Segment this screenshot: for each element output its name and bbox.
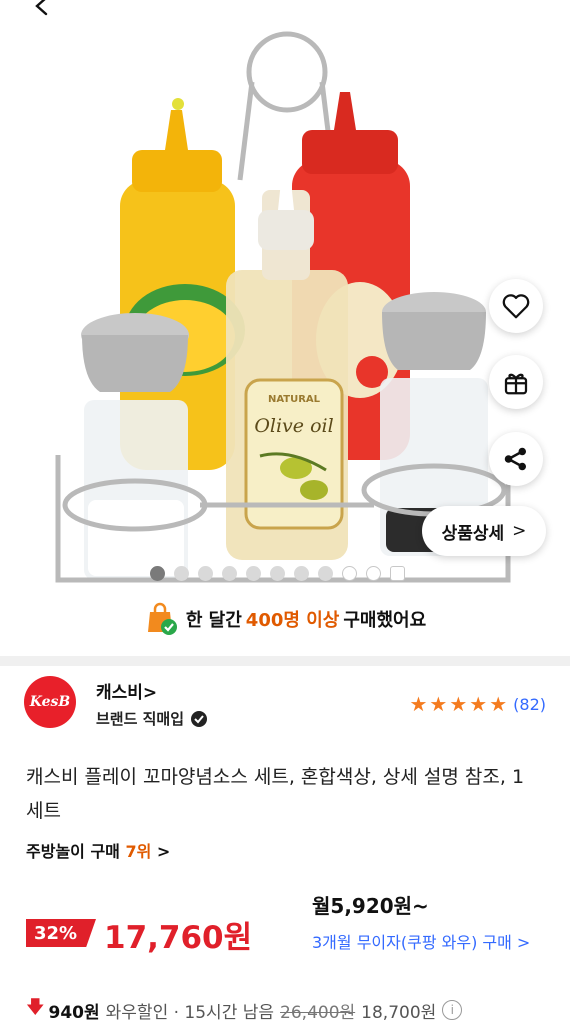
star-icon: ★ [429, 692, 448, 716]
star-icon: ★ [469, 692, 488, 716]
shopping-bag-check-icon [147, 602, 177, 635]
chevron-right-icon: > [156, 842, 171, 861]
review-count-link[interactable]: (82) [513, 695, 546, 714]
monthly-price: 월5,920원~ [312, 894, 429, 918]
page-dot[interactable] [174, 566, 189, 581]
original-price: 26,400원 [280, 1002, 356, 1023]
page-dot[interactable] [342, 566, 357, 581]
product-detail-button[interactable]: 상품상세 > [422, 506, 546, 556]
sale-price: 17,760원 [104, 920, 253, 956]
down-arrow-icon: 🡇 [26, 997, 45, 1018]
discount-badge: 32% [26, 919, 96, 947]
star-icon: ★ [449, 692, 468, 716]
rank-prefix: 주방놀이 구매 [26, 842, 126, 861]
final-price: 18,700원 [361, 1002, 437, 1023]
info-icon[interactable]: i [442, 1000, 463, 1020]
purchase-count-banner: 한 달간 400명 이상 구매했어요 [0, 602, 570, 636]
share-button[interactable] [489, 432, 543, 486]
star-icon: ★ [489, 692, 508, 716]
page-dot[interactable] [198, 566, 213, 581]
product-image-gallery[interactable]: NATURAL Olive oil 상품상세 > [0, 0, 570, 592]
rank-value: 7위 [125, 842, 152, 861]
more-images-icon[interactable] [390, 566, 405, 581]
wow-discount-label: 와우할인 · 15시간 남음 [105, 1002, 275, 1023]
wow-discount-amount: 940원 [48, 1002, 100, 1023]
seller-row: KesB 캐스비> 브랜드 직매입 ★ ★ ★ ★ ★ (82) [24, 676, 546, 732]
page-dot[interactable] [366, 566, 381, 581]
purchase-banner-highlight: 400명 이상 [245, 610, 340, 631]
page-dot[interactable] [270, 566, 285, 581]
rating-stars[interactable]: ★ ★ ★ ★ ★ (82) [409, 694, 546, 714]
olive-oil-label: Olive oil [254, 415, 333, 437]
brand-direct-badge: 브랜드 직매입 [96, 708, 208, 729]
brand-direct-label: 브랜드 직매입 [96, 710, 185, 728]
category-rank-link[interactable]: 주방놀이 구매 7위 > [26, 838, 170, 862]
page-dot[interactable] [246, 566, 261, 581]
back-button[interactable] [22, 0, 62, 26]
price-section: 32% 17,760원 월5,920원~ 3개월 무이자(쿠팡 와우) 구매 > [0, 888, 570, 988]
wishlist-button[interactable] [489, 279, 543, 333]
chevron-right-icon: > [512, 521, 527, 541]
olive-natural-label: NATURAL [268, 394, 321, 405]
product-image[interactable]: NATURAL Olive oil [0, 0, 570, 592]
section-divider [0, 656, 570, 666]
purchase-banner-suffix: 구매했어요 [343, 610, 427, 631]
image-page-indicator [150, 566, 405, 581]
page-dot[interactable] [150, 566, 165, 581]
verified-check-icon [191, 710, 208, 727]
page-dot[interactable] [318, 566, 333, 581]
brand-name-link[interactable]: 캐스비> [96, 678, 157, 703]
installment-link[interactable]: 3개월 무이자(쿠팡 와우) 구매 > [312, 930, 542, 956]
brand-logo[interactable]: KesB [24, 676, 76, 728]
purchase-banner-prefix: 한 달간 [185, 610, 242, 631]
page-dot[interactable] [222, 566, 237, 581]
wow-discount-row: 🡇 940원 와우할인 · 15시간 남음 26,400원 18,700원 i [26, 995, 556, 1024]
gift-button[interactable] [489, 355, 543, 409]
gift-icon [504, 373, 528, 395]
chevron-left-icon [35, 0, 48, 16]
star-icon: ★ [409, 692, 428, 716]
product-detail-label: 상품상세 [441, 523, 505, 544]
heart-icon [502, 294, 530, 319]
page-dot[interactable] [294, 566, 309, 581]
product-title: 캐스비 플레이 꼬마양념소스 세트, 혼합색상, 상세 설명 참조, 1세트 [26, 766, 525, 822]
share-icon [504, 447, 526, 471]
